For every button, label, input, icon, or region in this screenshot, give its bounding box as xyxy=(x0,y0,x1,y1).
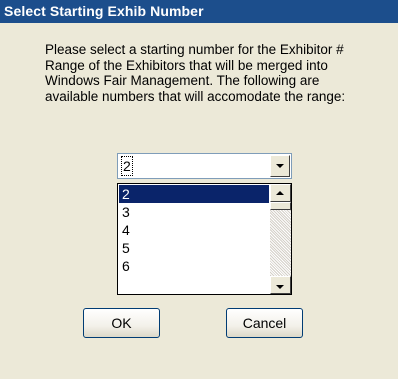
list-item[interactable]: 3 xyxy=(119,203,269,221)
scroll-down-button[interactable] xyxy=(270,276,291,294)
cancel-button[interactable]: Cancel xyxy=(226,308,303,338)
number-listbox[interactable]: 2 3 4 5 6 xyxy=(117,183,292,295)
chevron-down-icon xyxy=(276,285,284,289)
select-number-dialog: Select Starting Exhib Number Please sele… xyxy=(0,0,398,379)
chevron-up-icon xyxy=(276,191,284,195)
list-item[interactable]: 5 xyxy=(119,239,269,257)
list-item[interactable]: 6 xyxy=(119,257,269,275)
chevron-down-icon xyxy=(276,164,284,168)
instruction-message: Please select a starting number for the … xyxy=(45,42,346,104)
combobox-value: 2 xyxy=(121,156,133,176)
scroll-up-button[interactable] xyxy=(270,184,291,202)
list-item[interactable]: 4 xyxy=(119,221,269,239)
window-title: Select Starting Exhib Number xyxy=(4,3,204,19)
title-bar[interactable]: Select Starting Exhib Number xyxy=(0,0,398,23)
ok-button[interactable]: OK xyxy=(83,308,160,338)
list-item[interactable]: 2 xyxy=(119,185,269,203)
list-scrollbar[interactable] xyxy=(270,184,291,294)
combobox-dropdown-button[interactable] xyxy=(270,155,290,177)
scroll-thumb[interactable] xyxy=(270,202,291,210)
starting-number-combobox[interactable]: 2 xyxy=(117,153,292,179)
